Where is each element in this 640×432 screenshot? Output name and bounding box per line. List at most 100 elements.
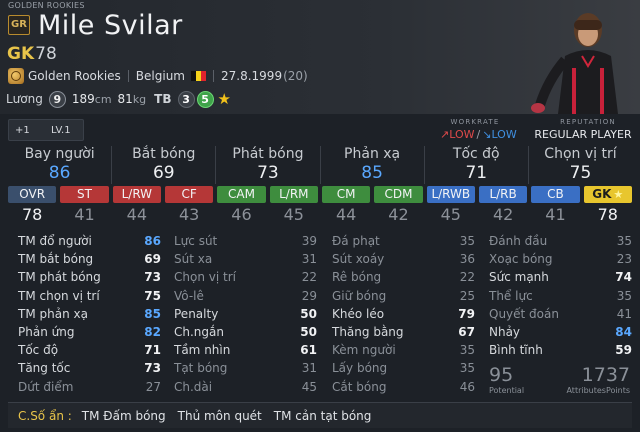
attribute-row: Sức mạnh 74 xyxy=(489,268,632,286)
trait-item[interactable]: TM Đấm bóng xyxy=(82,409,166,423)
attribute-value: 75 xyxy=(144,288,161,303)
salary-badge: 9 xyxy=(48,90,66,108)
attribute-value: 50 xyxy=(300,325,317,340)
level-label: LV.1 xyxy=(51,124,71,136)
main-stat-label: Phản xạ xyxy=(344,146,401,162)
main-stat-value: 69 xyxy=(152,163,175,183)
position-value: 42 xyxy=(388,205,409,224)
main-stat: Chọn vị trí 75 xyxy=(529,146,632,184)
attribute-name: TM bắt bóng xyxy=(18,252,94,267)
workrate-title: WORKRATE xyxy=(450,118,500,126)
main-stat-value: 85 xyxy=(361,163,383,183)
position-tag: CAM xyxy=(217,186,266,203)
attribute-value: 36 xyxy=(459,252,475,267)
attribute-column-4: Đánh đầu 35 Xoạc bóng 23 Sức mạnh 74 Thể lự… xyxy=(489,232,632,359)
attribute-value: 45 xyxy=(301,379,317,394)
position-tag: L/RB xyxy=(478,186,528,203)
attribute-value: 82 xyxy=(144,325,161,340)
position-lrwb[interactable]: L/RWB 45 xyxy=(426,186,475,228)
attribute-name: Kèm người xyxy=(332,343,396,358)
attribute-column-2: Lực sút 39 Sút xa 31 Chọn vị trí 22 Vô-lê 29… xyxy=(174,232,317,396)
divider xyxy=(127,70,129,82)
attribute-value: 73 xyxy=(144,361,161,376)
attribute-name: TM phản xạ xyxy=(18,306,88,321)
attribute-row: TM đổ người 86 xyxy=(18,232,161,250)
player-photo xyxy=(510,0,640,114)
attribute-value: 79 xyxy=(458,306,475,321)
attribute-name: Rê bóng xyxy=(332,270,382,285)
position-tag: CB xyxy=(531,186,580,203)
main-stat-label: Tốc độ xyxy=(452,146,500,162)
upgrade-level-selector[interactable]: +1 LV.1 xyxy=(8,119,84,141)
attribute-value: 50 xyxy=(300,306,317,321)
attribute-name: Bình tĩnh xyxy=(489,343,543,358)
weight-unit: kg xyxy=(132,92,147,106)
attribute-value: 23 xyxy=(616,252,632,267)
attribute-row: Tầm nhìn 61 xyxy=(174,341,317,359)
attribute-column-3: Đá phạt 35 Sút xoáy 36 Rê bóng 22 Giữ bóng 2… xyxy=(332,232,475,396)
workrate-defense: ↘LOW xyxy=(482,128,517,141)
position-tag: L/RWB xyxy=(426,186,475,203)
attribute-row: TM phản xạ 85 xyxy=(18,305,161,323)
attribute-name: Sút xa xyxy=(174,252,213,267)
main-stat-label: Bay người xyxy=(24,146,95,162)
attribute-name: Quyết đoán xyxy=(489,306,559,321)
position-ovr[interactable]: OVR 78 xyxy=(8,186,57,228)
attribute-value: 22 xyxy=(301,270,317,285)
season-logo-icon xyxy=(8,68,24,84)
weak-foot-badge: 3 xyxy=(177,90,195,108)
attribute-row: Xoạc bóng 23 xyxy=(489,250,632,268)
team-name[interactable]: Golden Rookies xyxy=(28,69,121,83)
attribute-row: Giữ bóng 25 xyxy=(332,287,475,305)
attribute-name: Đánh đầu xyxy=(489,234,548,249)
attribute-value: 35 xyxy=(459,234,475,249)
main-stat-label: Bắt bóng xyxy=(132,146,196,162)
attribute-value: 39 xyxy=(301,234,317,249)
position-tag: CF xyxy=(164,186,214,203)
attribute-name: Tầm nhìn xyxy=(174,343,231,358)
position-lrw[interactable]: L/RW 44 xyxy=(112,186,161,228)
height-unit: cm xyxy=(94,92,112,106)
position-value: 78 xyxy=(21,205,43,224)
attribute-value: 31 xyxy=(301,252,317,267)
trait-item[interactable]: TM cản tạt bóng xyxy=(274,409,372,423)
position-ratings: OVR 78 ST 41 L/RW 44 CF 43 CAM 46 L/RM 45 CM 44… xyxy=(8,186,632,228)
main-stats: Bay người 86 Bắt bóng 69 Phát bóng 73 Ph… xyxy=(8,146,632,184)
position-cam[interactable]: CAM 46 xyxy=(217,186,266,228)
position-cm[interactable]: CM 44 xyxy=(321,186,371,228)
attribute-name: Tạt bóng xyxy=(174,361,228,376)
attribute-value: 67 xyxy=(458,325,475,340)
position-lrm[interactable]: L/RM 45 xyxy=(269,186,318,228)
position-value: 45 xyxy=(283,205,304,224)
attribute-value: 84 xyxy=(615,325,632,340)
attribute-value: 73 xyxy=(144,270,161,285)
attribute-value: 29 xyxy=(301,288,317,303)
position-cb[interactable]: CB 41 xyxy=(531,186,580,228)
position-cf[interactable]: CF 43 xyxy=(164,186,214,228)
potential-value: 95 xyxy=(489,364,514,386)
height-value: 189 xyxy=(71,92,95,106)
player-photo-figure xyxy=(531,13,618,114)
attribute-value: 27 xyxy=(145,379,161,394)
attribute-name: Cắt bóng xyxy=(332,379,387,394)
attribute-row: Tốc độ 71 xyxy=(18,341,161,359)
position-gk[interactable]: GK ★ 78 xyxy=(583,186,632,228)
position-st[interactable]: ST 41 xyxy=(60,186,109,228)
attribute-name: Sút xoáy xyxy=(332,252,385,267)
belgium-flag-icon xyxy=(191,71,206,81)
skill-moves-badge: 5 xyxy=(196,90,214,108)
attribute-value: 31 xyxy=(301,361,317,376)
reputation-value: REGULAR PLAYER xyxy=(534,128,632,141)
attribute-name: Chọn vị trí xyxy=(174,270,236,285)
attribute-name: TM đổ người xyxy=(18,234,92,249)
trait-item[interactable]: Thủ môn quét xyxy=(178,409,262,423)
attribute-row: Cắt bóng 46 xyxy=(332,378,475,396)
position-lrb[interactable]: L/RB 42 xyxy=(478,186,528,228)
attribute-name: Xoạc bóng xyxy=(489,252,553,267)
attribute-value: 69 xyxy=(144,252,161,267)
attribute-value: 59 xyxy=(615,343,632,358)
attribute-row: Lấy bóng 35 xyxy=(332,359,475,377)
position-cdm[interactable]: CDM 42 xyxy=(374,186,423,228)
dob: 27.8.1999 xyxy=(221,69,283,83)
attribute-row: Kèm người 35 xyxy=(332,341,475,359)
